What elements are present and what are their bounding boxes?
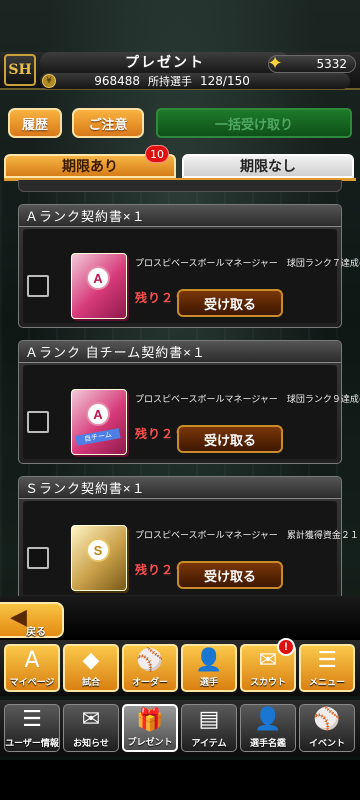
contract-book-icon: A 自チーム [71,389,127,455]
nav-label: イベント [308,738,345,748]
select-checkbox[interactable] [27,275,49,297]
receive-button[interactable]: 受け取る [177,561,283,589]
back-arrow-icon: ◀ [10,605,27,630]
nav-match[interactable]: ◆ 試合 [63,644,119,692]
diamond-icon: ◆ [82,648,100,673]
funds-icon: ¥ [42,74,56,88]
select-checkbox[interactable] [27,411,49,433]
receive-all-button[interactable]: 一括受け取り [156,108,352,138]
present-title: Ａランク契約書×１ [19,205,341,227]
back-button[interactable]: ◀ 戻る [0,602,64,638]
select-checkbox[interactable] [27,547,49,569]
players-label: 所持選手 [148,75,192,88]
nav-label: オーダー [131,677,168,687]
nav-menu[interactable]: ☰ メニュー [299,644,355,692]
mypage-icon: A [24,648,40,673]
player-icon: 👤 [195,648,223,673]
present-title: Ａランク 自チーム契約書×１ [19,341,341,363]
nav-players[interactable]: 👤 選手 [181,644,237,692]
nav-label: マイページ [9,677,55,687]
bottom-bar [0,760,360,800]
notice-button[interactable]: ご注意 [72,108,144,138]
list-scroll-edge [18,180,342,192]
nav-order[interactable]: ⚾ オーダー [122,644,178,692]
receive-button[interactable]: 受け取る [177,425,283,453]
back-label: 戻る [26,627,46,638]
nav-label: お知らせ [73,738,109,748]
nav-label: アイテム [191,738,227,748]
history-button[interactable]: 履歴 [8,108,62,138]
status-row: ¥ 968488 所持選手 128/150 [40,73,350,89]
team-logo: SH [4,54,36,86]
baseball-icon: ⚾ [136,648,164,673]
coin-value: 5332 [316,57,347,71]
nav-label: 選手 [199,677,218,687]
contract-book-icon: A [71,253,127,319]
news-icon: ✉ [81,707,101,732]
own-team-strip: 自チーム [75,428,121,446]
grade-emblem: A [86,266,110,290]
present-card: Ｓランク契約書×１ S プロスピベースボールマネージャー 累計獲得資金２１３００… [18,476,360,600]
players-count: 128/150 [200,74,250,88]
user-info-icon: ☰ [22,707,42,732]
item-icon: ▤ [198,707,220,732]
event-icon: ⚾ [313,707,341,732]
nav-label: プレゼント [127,737,173,747]
gift-icon: 🎁 [136,708,164,733]
sub-nav: ☰ ユーザー情報 ✉ お知らせ 🎁 プレゼント ▤ アイテム 👤 選手名鑑 ⚾ … [0,700,360,756]
grade-emblem: A [86,402,110,426]
nav-event[interactable]: ⚾ イベント [299,704,355,752]
coin-icon: ✦ [267,53,283,74]
main-nav: A マイページ ◆ 試合 ⚾ オーダー 👤 選手 ✉ スカウト ☰ メニュー [0,640,360,696]
present-description: プロスピベースボールマネージャー 球団ランク９達成の報酬です。 [135,394,360,404]
present-card: Ａランク契約書×１ A プロスピベースボールマネージャー 球団ランク７達成の報酬… [18,204,360,328]
present-description: プロスピベースボールマネージャー 球団ランク７達成の報酬です。 [135,258,360,268]
grade-emblem: S [86,538,110,562]
nav-label: スカウト [249,677,286,687]
app-root: SH プレゼント ✦ 5332 ¥ 968488 所持選手 128/150 履歴… [0,0,360,800]
menu-icon: ☰ [317,648,337,673]
player-directory-icon: 👤 [254,707,282,732]
nav-news[interactable]: ✉ お知らせ [63,704,119,752]
scout-alert-badge: ! [277,638,295,656]
tab-no-expiry[interactable]: 期限なし [182,154,354,178]
nav-label: 選手名鑑 [249,738,286,748]
receive-button[interactable]: 受け取る [177,289,283,317]
nav-label: メニュー [308,677,345,687]
coin-counter: ✦ 5332 [267,53,356,74]
nav-player-directory[interactable]: 👤 選手名鑑 [240,704,296,752]
present-description: プロスピベースボールマネージャー 累計獲得資金２１３０００達成の報酬です。 [135,530,360,540]
nav-mypage[interactable]: A マイページ [4,644,60,692]
page-title: プレゼント [40,52,290,72]
nav-present[interactable]: 🎁 プレゼント [122,704,178,752]
nav-label: ユーザー情報 [5,738,59,748]
nav-label: 試合 [81,677,100,687]
tab-count-badge: 10 [145,145,169,163]
contract-book-icon: S [71,525,127,591]
funds-value: 968488 [94,74,140,88]
present-title: Ｓランク契約書×１ [19,477,341,499]
nav-items[interactable]: ▤ アイテム [181,704,237,752]
present-card: Ａランク 自チーム契約書×１ A 自チーム プロスピベースボールマネージャー 球… [18,340,360,464]
nav-user-info[interactable]: ☰ ユーザー情報 [4,704,60,752]
